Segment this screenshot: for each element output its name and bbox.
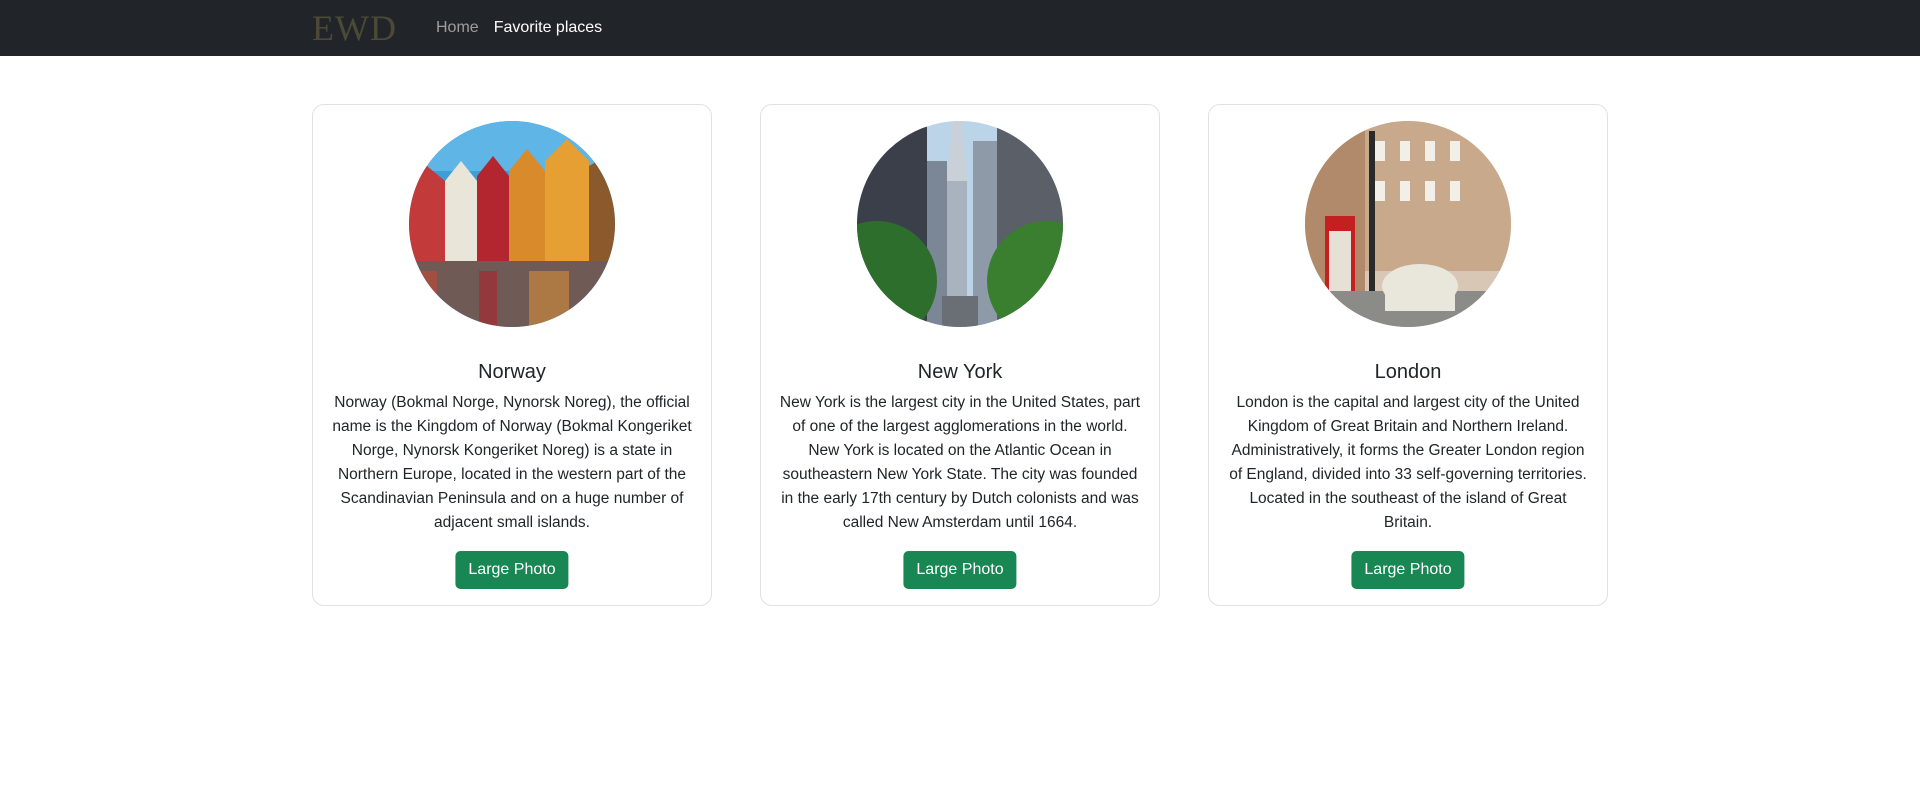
nav-link-home[interactable]: Home xyxy=(436,17,479,39)
card-text: New York is the largest city in the Unit… xyxy=(779,394,1141,531)
london-photo xyxy=(1305,121,1511,327)
brand-logo[interactable]: EWD xyxy=(312,8,412,48)
place-card-new-york: New York New York is the largest city in… xyxy=(760,104,1160,606)
large-photo-button-norway[interactable]: Large Photo xyxy=(455,551,569,589)
card-title: New York xyxy=(917,361,1003,383)
navbar: EWD Home Favorite places xyxy=(0,0,1920,56)
cards-container: Norway Norway (Bokmal Norge, Nynorsk Nor… xyxy=(312,104,1608,606)
nav-links: Home Favorite places xyxy=(436,17,617,39)
large-photo-button-london[interactable]: Large Photo xyxy=(1351,551,1465,589)
place-card-london: London London is the capital and largest… xyxy=(1208,104,1608,606)
card-text: Norway (Bokmal Norge, Nynorsk Noreg), th… xyxy=(332,394,692,531)
new-york-photo xyxy=(857,121,1063,327)
large-photo-button-new-york[interactable]: Large Photo xyxy=(903,551,1017,589)
card-text: London is the capital and largest city o… xyxy=(1229,394,1587,531)
new-york-image xyxy=(857,121,1063,327)
london-image xyxy=(1305,121,1511,327)
place-card-norway: Norway Norway (Bokmal Norge, Nynorsk Nor… xyxy=(312,104,712,606)
card-title: Norway xyxy=(478,361,546,383)
norway-image xyxy=(409,121,615,327)
nav-link-favorite-places[interactable]: Favorite places xyxy=(494,17,603,39)
card-title: London xyxy=(1374,361,1442,383)
norway-photo xyxy=(409,121,615,327)
